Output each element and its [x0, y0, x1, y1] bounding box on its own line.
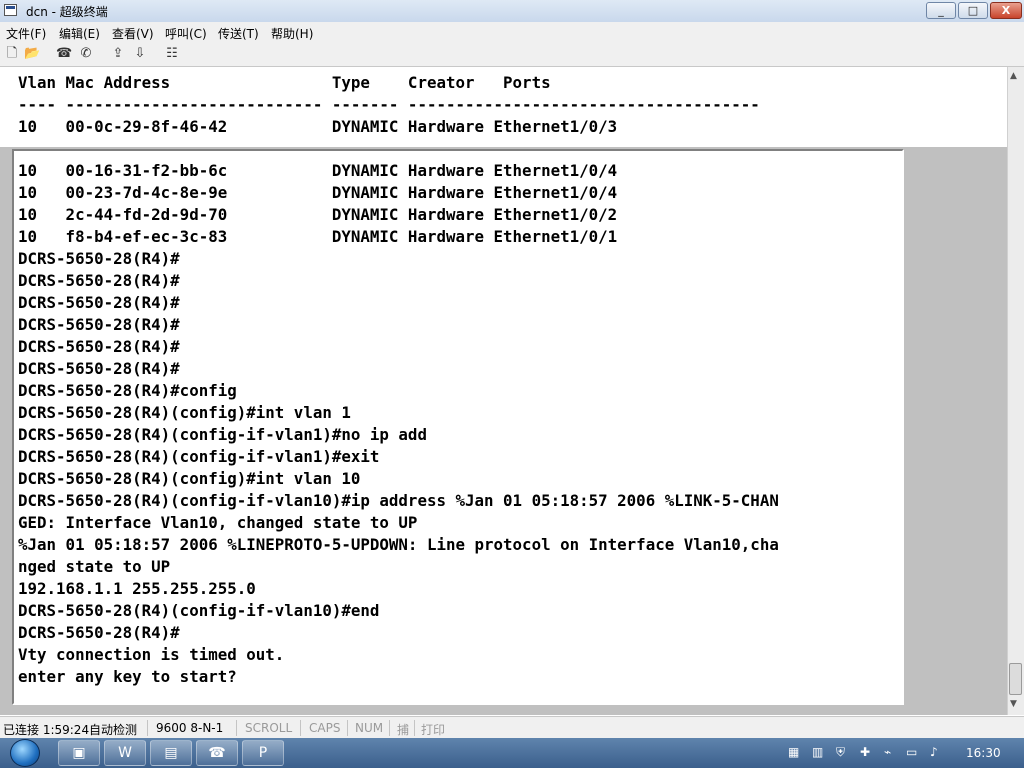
menu-view[interactable]: 查看(V)	[112, 25, 154, 42]
terminal-line: 10 00-16-31-f2-bb-6c DYNAMIC Hardware Et…	[18, 161, 618, 180]
terminal-line: enter any key to start?	[18, 667, 237, 686]
tray-usb-icon[interactable]: ⌁	[884, 745, 891, 759]
terminal-line: DCRS-5650-28(R4)(config)#int vlan 10	[18, 469, 361, 488]
title-bar: dcn - 超级终端 _ □ X	[0, 0, 1024, 23]
menu-transfer[interactable]: 传送(T)	[218, 25, 259, 42]
maximize-button[interactable]: □	[958, 2, 988, 19]
tray-shield-icon[interactable]: ⛨	[836, 745, 845, 760]
terminal-line: %Jan 01 05:18:57 2006 %LINEPROTO-5-UPDOW…	[18, 535, 779, 554]
terminal-line: DCRS-5650-28(R4)(config-if-vlan10)#end	[18, 601, 380, 620]
menu-call[interactable]: 呼叫(C)	[165, 25, 207, 42]
tray-volume-icon[interactable]: ♪	[930, 745, 938, 759]
terminal-line: GED: Interface Vlan10, changed state to …	[18, 513, 418, 532]
status-divider	[300, 720, 301, 736]
tray-network-icon[interactable]: ▥	[812, 745, 823, 759]
terminal-line: DCRS-5650-28(R4)#	[18, 293, 180, 312]
minimize-button[interactable]: _	[926, 2, 956, 19]
hyperterminal-icon[interactable]: ☎	[196, 740, 238, 766]
terminal-line: Vlan Mac Address Type Creator Ports	[18, 73, 551, 92]
new-icon[interactable]: 🗋	[4, 46, 20, 62]
terminal-line: DCRS-5650-28(R4)#config	[18, 381, 237, 400]
taskbar: ▣ W ▤ ☎ P ▦ ▥ ⛨ ✚ ⌁ ▭ ♪ 16:30	[0, 738, 1024, 768]
terminal-line: DCRS-5650-28(R4)#	[18, 359, 180, 378]
menu-bar: 文件(F) 编辑(E) 查看(V) 呼叫(C) 传送(T) 帮助(H)	[0, 22, 1024, 42]
terminal-line: DCRS-5650-28(R4)(config)#int vlan 1	[18, 403, 351, 422]
word-icon[interactable]: W	[104, 740, 146, 766]
status-divider	[147, 720, 148, 736]
terminal-line: 10 2c-44-fd-2d-9d-70 DYNAMIC Hardware Et…	[18, 205, 618, 224]
scroll-up-arrow-icon[interactable]: ▲	[1010, 71, 1017, 81]
terminal-line: ---- --------------------------- -------…	[18, 95, 760, 114]
terminal-line: DCRS-5650-28(R4)#	[18, 623, 180, 642]
status-print: 打印	[421, 723, 446, 737]
open-icon[interactable]: 📂	[24, 46, 40, 62]
explorer-icon[interactable]: ▣	[58, 740, 100, 766]
send-icon[interactable]: ⇪	[110, 46, 126, 62]
call-icon[interactable]: ✆	[78, 46, 94, 62]
tray-monitor-icon[interactable]: ▭	[906, 745, 917, 759]
status-scroll: SCROLL	[245, 721, 293, 735]
clock: 16:30	[966, 746, 1001, 760]
vertical-scrollbar[interactable]: ▲ ▼	[1007, 67, 1024, 715]
menu-file[interactable]: 文件(F)	[6, 25, 46, 42]
scrollbar-thumb[interactable]	[1009, 663, 1022, 695]
tray-security-icon[interactable]: ✚	[860, 745, 870, 759]
terminal-line: 10 00-23-7d-4c-8e-9e DYNAMIC Hardware Et…	[18, 183, 618, 202]
status-connection: 已连接 1:59:24	[3, 723, 90, 737]
terminal-line: Vty connection is timed out.	[18, 645, 285, 664]
terminal-line: DCRS-5650-28(R4)(config-if-vlan1)#no ip …	[18, 425, 427, 444]
status-divider	[347, 720, 348, 736]
tray-film-icon[interactable]: ▦	[788, 745, 799, 759]
status-port-settings: 9600 8-N-1	[156, 721, 224, 735]
terminal-line: DCRS-5650-28(R4)#	[18, 315, 180, 334]
terminal-line: DCRS-5650-28(R4)(config-if-vlan1)#exit	[18, 447, 380, 466]
scroll-down-arrow-icon[interactable]: ▼	[1010, 699, 1017, 709]
terminal-line: 10 00-0c-29-8f-46-42 DYNAMIC Hardware Et…	[18, 117, 618, 136]
properties-icon[interactable]: ☷	[164, 46, 180, 62]
terminal-line: DCRS-5650-28(R4)#	[18, 337, 180, 356]
status-divider	[389, 720, 390, 736]
toolbar: 🗋 📂 ☎ ✆ ⇪ ⇩ ☷	[0, 42, 1024, 67]
powerpoint-icon[interactable]: P	[242, 740, 284, 766]
app-icon[interactable]	[4, 4, 17, 16]
status-bar: 已连接 1:59:24 自动检测 9600 8-N-1 SCROLL CAPS …	[0, 716, 1024, 739]
status-caps: CAPS	[309, 721, 341, 735]
terminal-line: DCRS-5650-28(R4)(config-if-vlan10)#ip ad…	[18, 491, 779, 510]
window-title: dcn - 超级终端	[26, 5, 108, 19]
terminal-line: 10 f8-b4-ef-ec-3c-83 DYNAMIC Hardware Et…	[18, 227, 618, 246]
folder-icon[interactable]: ▤	[150, 740, 192, 766]
start-button[interactable]	[10, 739, 40, 767]
terminal-line: DCRS-5650-28(R4)#	[18, 271, 180, 290]
status-capture: 捕	[397, 723, 410, 737]
terminal-line: 192.168.1.1 255.255.255.0	[18, 579, 256, 598]
terminal-line: DCRS-5650-28(R4)#	[18, 249, 180, 268]
terminal-line: nged state to UP	[18, 557, 171, 576]
status-num: NUM	[355, 721, 384, 735]
status-divider	[236, 720, 237, 736]
menu-edit[interactable]: 编辑(E)	[59, 25, 100, 42]
close-button[interactable]: X	[990, 2, 1022, 19]
status-divider	[414, 720, 415, 736]
receive-icon[interactable]: ⇩	[132, 46, 148, 62]
disconnect-icon[interactable]: ☎	[56, 46, 72, 62]
status-detect: 自动检测	[89, 723, 138, 737]
menu-help[interactable]: 帮助(H)	[271, 25, 313, 42]
